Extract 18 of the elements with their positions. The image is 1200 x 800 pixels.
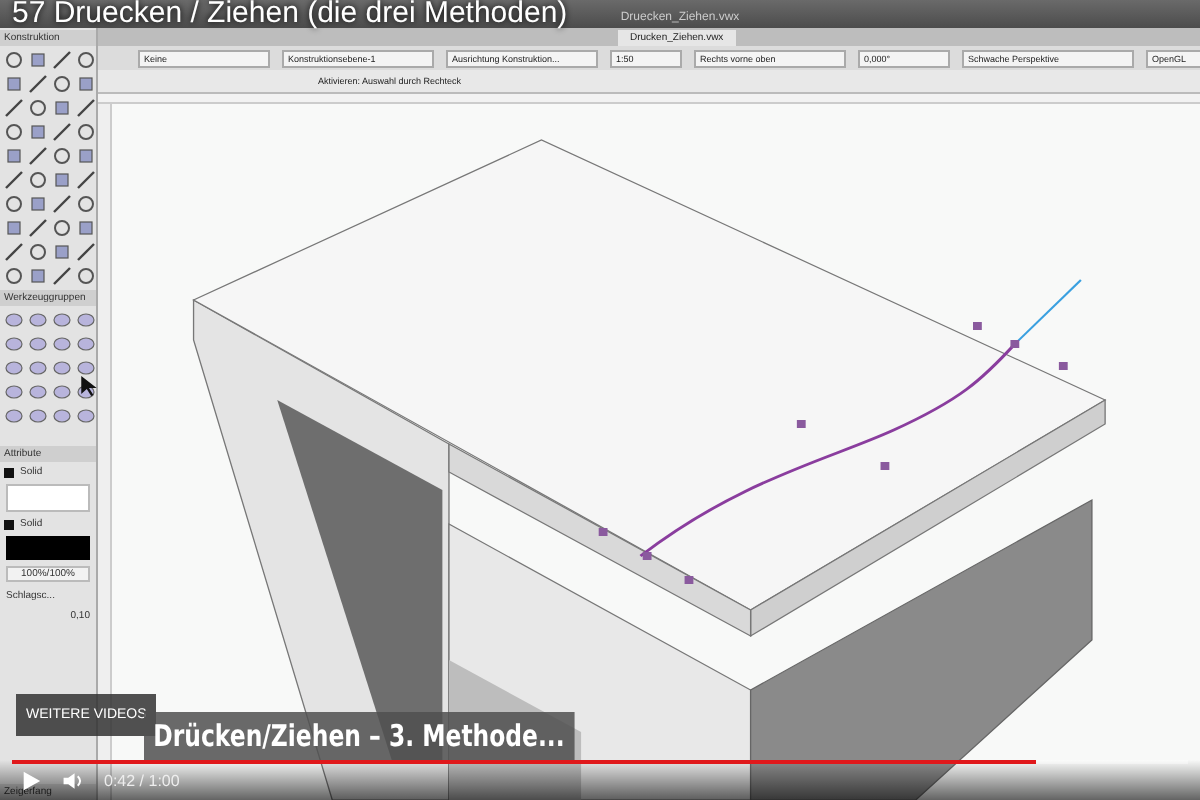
control-point[interactable] (684, 576, 694, 584)
video-time: 0:42 / 1:00 (104, 772, 180, 790)
control-point[interactable] (642, 552, 652, 560)
pen-swatch[interactable] (4, 519, 14, 529)
pen-preview (6, 536, 90, 560)
volume-icon[interactable] (62, 770, 84, 792)
fill-swatch[interactable] (4, 467, 14, 477)
control-point[interactable] (880, 462, 890, 470)
fill-preview (6, 484, 90, 512)
guide-line (1014, 279, 1082, 345)
video-caption: Drücken/Ziehen – 3. Methode... (144, 712, 574, 760)
control-point[interactable] (796, 420, 806, 428)
cursor-icon (81, 376, 97, 396)
curve-path[interactable] (639, 343, 1016, 558)
control-point[interactable] (1010, 340, 1020, 348)
video-title[interactable]: 57 Druecken / Ziehen (die drei Methoden) (12, 0, 568, 30)
control-point[interactable] (598, 528, 608, 536)
control-point[interactable] (1058, 362, 1068, 370)
